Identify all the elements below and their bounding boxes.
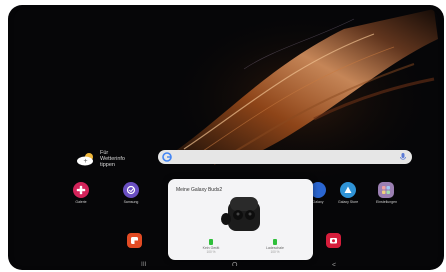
dock-camera-app[interactable] bbox=[326, 233, 341, 248]
weather-add-icon: + bbox=[77, 153, 93, 166]
battery-icon bbox=[273, 239, 277, 245]
recents-button[interactable]: ||| bbox=[141, 262, 146, 266]
app-gallery[interactable]: Galerie bbox=[71, 182, 91, 204]
buds-connection-popup[interactable]: Meine Galaxy Buds2 Kein Gerät 100 % Lade… bbox=[168, 179, 313, 260]
app-label-galaxy-store: Galaxy Store bbox=[338, 200, 359, 204]
camera-icon bbox=[330, 238, 337, 244]
app-galaxy-store[interactable]: Galaxy Store bbox=[338, 182, 358, 204]
google-search-bar[interactable] bbox=[158, 150, 412, 164]
notes-icon bbox=[131, 237, 138, 244]
gallery-icon bbox=[73, 182, 89, 198]
galaxy-store-icon bbox=[340, 182, 356, 198]
mic-icon[interactable] bbox=[399, 152, 407, 162]
left-bud-value: 100 % bbox=[206, 250, 216, 254]
case-status: Ladeschale 100 % bbox=[260, 239, 290, 254]
samsung-app-icon bbox=[123, 182, 139, 198]
google-logo-icon bbox=[162, 152, 172, 162]
left-bud-status: Kein Gerät 100 % bbox=[196, 239, 226, 254]
back-button[interactable]: < bbox=[332, 262, 336, 266]
svg-text:+: + bbox=[84, 158, 88, 165]
weather-line-3: tippen bbox=[100, 162, 115, 168]
home-button[interactable]: O bbox=[232, 262, 237, 266]
weather-prompt: Für Wetterinfo tippen bbox=[100, 150, 125, 168]
weather-widget[interactable]: + Für Wetterinfo tippen bbox=[76, 150, 125, 168]
app-label-settings: Einstellungen bbox=[376, 200, 398, 204]
case-value: 100 % bbox=[270, 250, 280, 254]
app-label-gallery: Galerie bbox=[75, 200, 87, 204]
dock-notes-app[interactable] bbox=[127, 233, 142, 248]
home-screen: + Für Wetterinfo tippen Galerie Samsung … bbox=[14, 9, 438, 266]
battery-icon bbox=[209, 239, 213, 245]
app-samsung[interactable]: Samsung bbox=[121, 182, 141, 204]
popup-title: Meine Galaxy Buds2 bbox=[176, 187, 223, 193]
app-label-samsung: Samsung bbox=[123, 200, 139, 204]
settings-folder-icon bbox=[378, 182, 394, 198]
tablet-frame: + Für Wetterinfo tippen Galerie Samsung … bbox=[8, 5, 444, 270]
app-settings[interactable]: Einstellungen bbox=[376, 182, 398, 204]
earbuds-case-image bbox=[221, 197, 260, 231]
